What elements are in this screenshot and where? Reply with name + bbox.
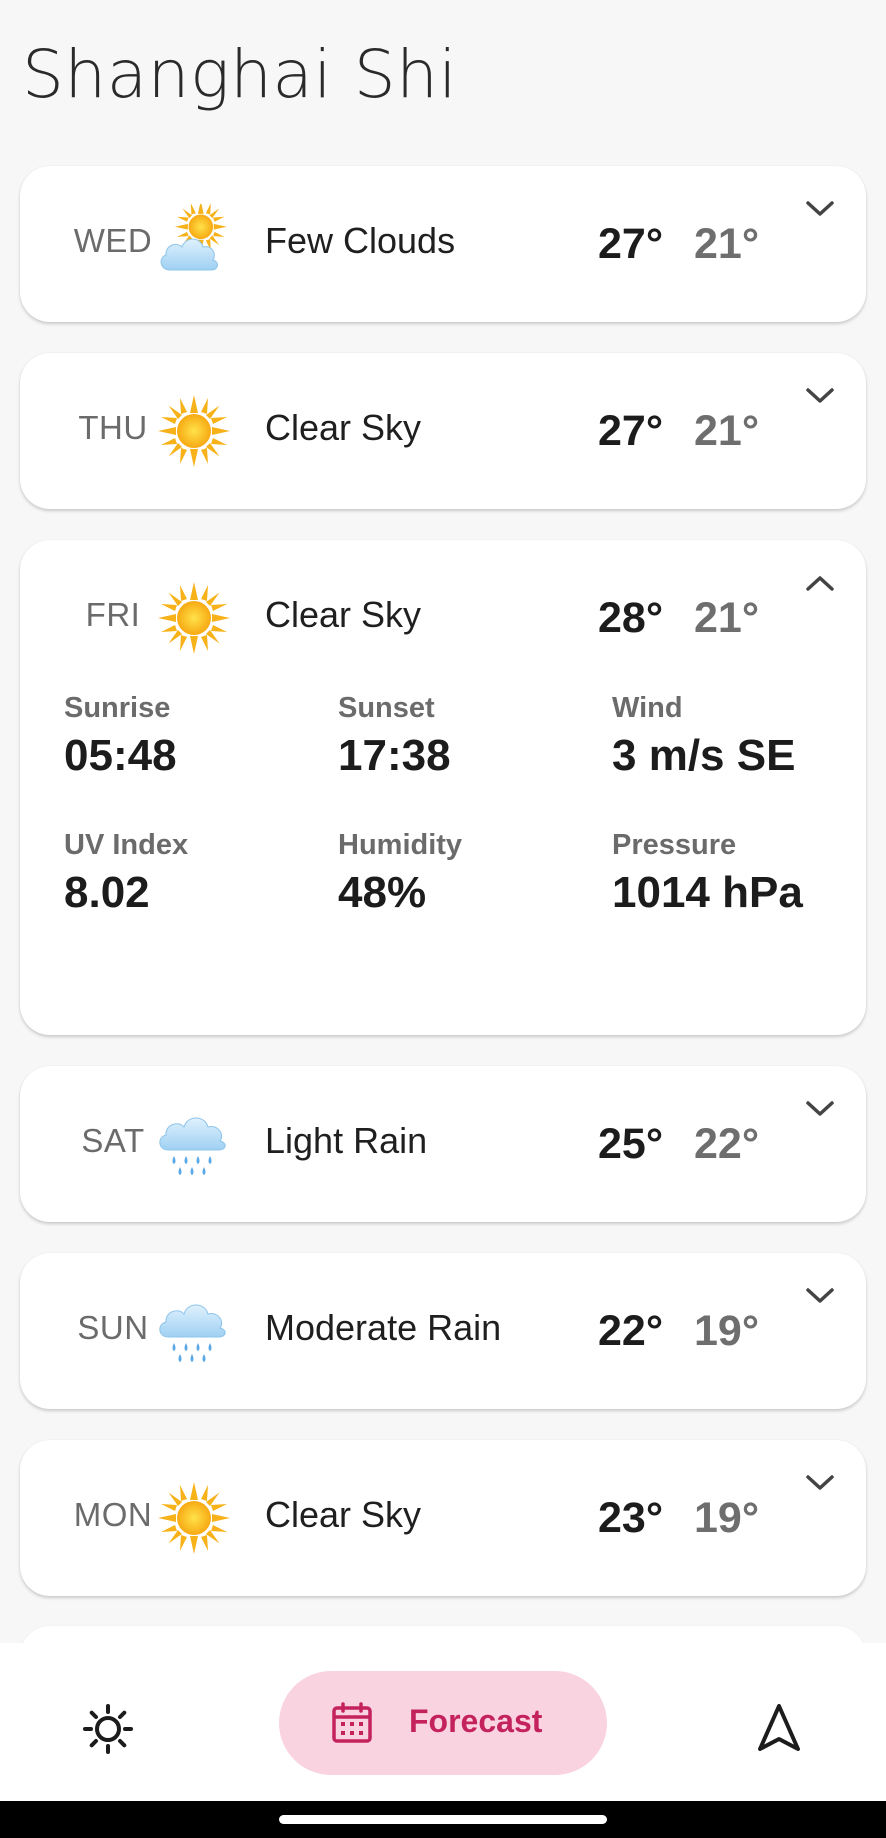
rain-cloud-icon	[159, 1117, 226, 1176]
day-label: SAT	[81, 1122, 145, 1159]
uv-detail: UV Index 8.02	[64, 829, 324, 918]
pressure-value: 1014 hPa	[612, 868, 803, 917]
low-temp: 21°	[694, 220, 760, 268]
high-temp: 23°	[598, 1494, 664, 1542]
sunrise-label: Sunrise	[64, 692, 171, 724]
sunset-label: Sunset	[338, 692, 435, 724]
high-temp: 27°	[598, 407, 664, 455]
location-title: Shanghai Shi	[22, 36, 458, 113]
wind-label: Wind	[612, 692, 683, 724]
forecast-card-wed[interactable]: WED Few Clouds 27° 21°	[20, 166, 866, 322]
sunset-detail: Sunset 17:38	[338, 692, 598, 781]
forecast-card-sun[interactable]: SUN Moderate Rain 22° 19°	[20, 1253, 866, 1409]
low-temp: 22°	[694, 1120, 760, 1168]
rain-cloud-icon	[159, 1304, 226, 1363]
sun-behind-cloud-icon	[154, 204, 234, 284]
condition-label: Clear Sky	[265, 1494, 422, 1535]
humidity-value: 48%	[338, 868, 427, 917]
high-temp: 25°	[598, 1120, 664, 1168]
forecast-nav-button[interactable]: Forecast	[279, 1671, 607, 1775]
condition-label: Clear Sky	[265, 407, 422, 448]
sun-outline-icon[interactable]	[82, 1703, 134, 1755]
forecast-card-mon[interactable]: MON Clear Sky 23° 19°	[20, 1440, 866, 1596]
sunrise-value: 05:48	[64, 731, 177, 780]
day-label: FRI	[85, 596, 141, 633]
humidity-detail: Humidity 48%	[338, 829, 598, 918]
condition-label: Moderate Rain	[265, 1307, 502, 1348]
wind-detail: Wind 3 m/s SE	[612, 692, 872, 781]
condition-label: Clear Sky	[265, 594, 422, 635]
calendar-icon	[332, 1702, 372, 1743]
low-temp: 19°	[694, 1494, 760, 1542]
chevron-down-icon[interactable]	[804, 1472, 836, 1494]
forecast-nav-label: Forecast	[409, 1703, 543, 1739]
pressure-label: Pressure	[612, 829, 737, 861]
low-temp: 21°	[694, 407, 760, 455]
forecast-card-sat[interactable]: SAT Light Rain 25° 22°	[20, 1066, 866, 1222]
sun-icon	[158, 1482, 230, 1554]
system-navigation-bar	[0, 1801, 886, 1838]
uv-value: 8.02	[64, 868, 150, 917]
high-temp: 27°	[598, 220, 664, 268]
sun-icon	[158, 582, 230, 654]
home-indicator[interactable]	[279, 1815, 607, 1824]
bottom-navigation: Forecast	[0, 1643, 886, 1801]
high-temp: 28°	[598, 594, 664, 642]
humidity-label: Humidity	[338, 829, 463, 861]
condition-label: Few Clouds	[265, 220, 456, 261]
chevron-down-icon[interactable]	[804, 1285, 836, 1307]
forecast-card-thu[interactable]: THU Clear Sky 27° 21°	[20, 353, 866, 509]
sunrise-detail: Sunrise 05:48	[64, 692, 324, 781]
chevron-down-icon[interactable]	[804, 198, 836, 220]
condition-label: Light Rain	[265, 1120, 428, 1161]
navigation-arrow-icon[interactable]	[754, 1701, 804, 1755]
day-label: THU	[78, 409, 148, 446]
low-temp: 21°	[694, 594, 760, 642]
sun-icon	[158, 395, 230, 467]
low-temp: 19°	[694, 1307, 760, 1355]
day-label: WED	[73, 222, 153, 259]
chevron-down-icon[interactable]	[804, 1098, 836, 1120]
wind-value: 3 m/s SE	[612, 731, 796, 780]
forecast-card-fri[interactable]: FRI Clear Sky 28° 21° Sunrise 05:48 Suns…	[20, 540, 866, 1035]
sunset-value: 17:38	[338, 731, 451, 780]
chevron-up-icon[interactable]	[804, 572, 836, 594]
pressure-detail: Pressure 1014 hPa	[612, 829, 872, 918]
uv-label: UV Index	[64, 829, 189, 861]
chevron-down-icon[interactable]	[804, 385, 836, 407]
day-label: MON	[73, 1496, 153, 1533]
day-label: SUN	[77, 1309, 149, 1346]
high-temp: 22°	[598, 1307, 664, 1355]
